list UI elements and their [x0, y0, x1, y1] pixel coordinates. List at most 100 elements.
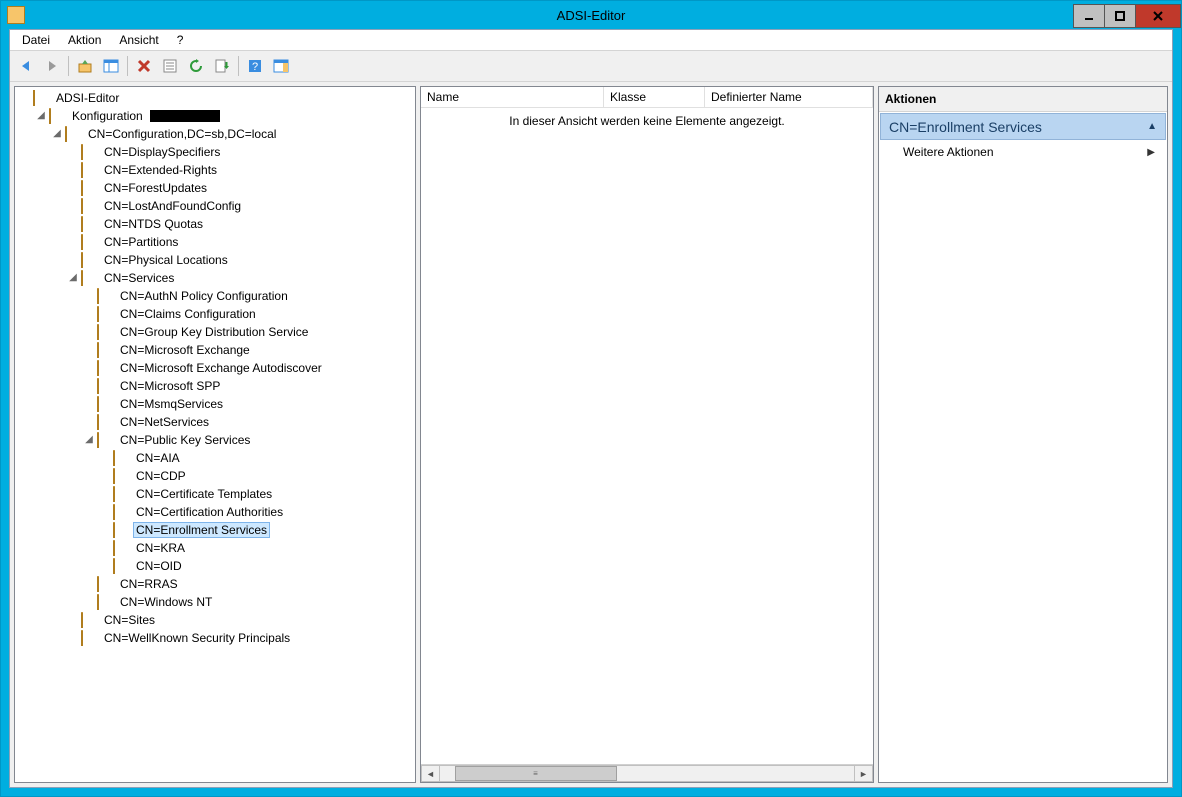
- up-level-button[interactable]: [73, 54, 97, 78]
- tree-item[interactable]: ▷CN=NetServices: [17, 413, 413, 431]
- column-dn[interactable]: Definierter Name: [705, 87, 873, 107]
- export-button[interactable]: [210, 54, 234, 78]
- menu-file[interactable]: Datei: [14, 32, 58, 48]
- folder-icon: [97, 360, 113, 376]
- empty-message: In dieser Ansicht werden keine Elemente …: [421, 114, 873, 128]
- scroll-thumb[interactable]: ≡: [455, 766, 617, 781]
- tree-item-label: CN=AuthN Policy Configuration: [117, 288, 291, 304]
- maximize-button[interactable]: [1104, 4, 1136, 28]
- refresh-button[interactable]: [184, 54, 208, 78]
- scroll-right-button[interactable]: ►: [854, 765, 873, 782]
- folder-icon: [97, 324, 113, 340]
- tree-item[interactable]: ▷CN=Microsoft Exchange Autodiscover: [17, 359, 413, 377]
- tree-item-label: Konfiguration: [69, 108, 146, 124]
- scroll-left-button[interactable]: ◄: [421, 765, 440, 782]
- tree-root[interactable]: ▷ADSI-Editor: [17, 89, 413, 107]
- actions-selection-bar[interactable]: CN=Enrollment Services ▲: [880, 113, 1166, 140]
- tree-item-label: CN=Certificate Templates: [133, 486, 275, 502]
- delete-button[interactable]: [132, 54, 156, 78]
- help-button[interactable]: ?: [243, 54, 267, 78]
- folder-icon: [97, 594, 113, 610]
- tree-item[interactable]: ▷CN=CDP: [17, 467, 413, 485]
- tree-item-label: CN=Group Key Distribution Service: [117, 324, 311, 340]
- scroll-track[interactable]: ≡: [440, 765, 854, 782]
- tree-item[interactable]: ▷CN=ForestUpdates: [17, 179, 413, 197]
- folder-icon: [97, 288, 113, 304]
- folder-icon: [97, 414, 113, 430]
- column-class[interactable]: Klasse: [604, 87, 705, 107]
- minimize-button[interactable]: [1073, 4, 1105, 28]
- folder-icon: [113, 558, 129, 574]
- folder-icon: [113, 522, 129, 538]
- expander-icon[interactable]: ◢: [35, 110, 47, 122]
- tree[interactable]: ▷ADSI-Editor ◢ Konfiguration◢CN=Configurat…: [15, 87, 415, 782]
- tree-item-label: CN=Physical Locations: [101, 252, 231, 268]
- expander-icon[interactable]: ◢: [51, 128, 63, 140]
- tree-item[interactable]: ▷CN=Partitions: [17, 233, 413, 251]
- tree-item[interactable]: ▷CN=WellKnown Security Principals: [17, 629, 413, 647]
- menu-view[interactable]: Ansicht: [111, 32, 166, 48]
- folder-icon: [81, 162, 97, 178]
- expander-icon[interactable]: ◢: [67, 272, 79, 284]
- tree-item[interactable]: ▷CN=NTDS Quotas: [17, 215, 413, 233]
- tree-item[interactable]: ▷CN=KRA: [17, 539, 413, 557]
- menu-action[interactable]: Aktion: [60, 32, 109, 48]
- submenu-icon: ▶: [1147, 147, 1155, 158]
- tree-item[interactable]: ▷CN=Sites: [17, 611, 413, 629]
- tree-item-label: CN=Claims Configuration: [117, 306, 259, 322]
- app-icon: [7, 6, 25, 24]
- tree-item[interactable]: ▷CN=Certification Authorities: [17, 503, 413, 521]
- tree-item-label: CN=Microsoft Exchange: [117, 342, 253, 358]
- tree-item[interactable]: ▷CN=Microsoft Exchange: [17, 341, 413, 359]
- tree-item-services[interactable]: ◢CN=Services: [17, 269, 413, 287]
- tree-item[interactable]: ▷CN=OID: [17, 557, 413, 575]
- tree-item[interactable]: ▷CN=Windows NT: [17, 593, 413, 611]
- tree-item-label: CN=NTDS Quotas: [101, 216, 206, 232]
- tree-item-label: CN=ForestUpdates: [101, 180, 210, 196]
- folder-icon: [81, 234, 97, 250]
- tree-item-public-key-services[interactable]: ◢CN=Public Key Services: [17, 431, 413, 449]
- actions-selection-label: CN=Enrollment Services: [889, 119, 1042, 135]
- list-body[interactable]: In dieser Ansicht werden keine Elemente …: [421, 108, 873, 764]
- tree-item-label: CN=Partitions: [101, 234, 181, 250]
- tree-item[interactable]: ▷CN=LostAndFoundConfig: [17, 197, 413, 215]
- tree-item[interactable]: ▷CN=Physical Locations: [17, 251, 413, 269]
- tree-item[interactable]: ▷CN=DisplaySpecifiers: [17, 143, 413, 161]
- action-pane-button[interactable]: [269, 54, 293, 78]
- folder-icon: [113, 450, 129, 466]
- tree-item[interactable]: ▷CN=Group Key Distribution Service: [17, 323, 413, 341]
- tree-item-label: CN=Microsoft Exchange Autodiscover: [117, 360, 325, 376]
- nav-back-button[interactable]: [14, 54, 38, 78]
- expander-icon[interactable]: ◢: [83, 434, 95, 446]
- tree-item-konfiguration[interactable]: ◢ Konfiguration: [17, 107, 413, 125]
- actions-header: Aktionen: [879, 87, 1167, 112]
- tree-item[interactable]: ▷CN=RRAS: [17, 575, 413, 593]
- tree-item[interactable]: ▷CN=Enrollment Services: [17, 521, 413, 539]
- window-frame: ADSI-Editor Datei Aktion Ansicht ?: [0, 0, 1182, 797]
- tree-item[interactable]: ▷CN=MsmqServices: [17, 395, 413, 413]
- title-bar[interactable]: ADSI-Editor: [1, 1, 1181, 29]
- tree-item[interactable]: ▷CN=Microsoft SPP: [17, 377, 413, 395]
- close-button[interactable]: [1135, 4, 1181, 28]
- tree-item[interactable]: ▷CN=AIA: [17, 449, 413, 467]
- show-hide-tree-button[interactable]: [99, 54, 123, 78]
- toolbar-separator: [127, 56, 128, 76]
- tree-item[interactable]: ▷CN=Claims Configuration: [17, 305, 413, 323]
- folder-icon: [81, 198, 97, 214]
- column-name[interactable]: Name: [421, 87, 604, 107]
- folder-icon: [81, 180, 97, 196]
- folder-icon: [81, 630, 97, 646]
- folder-icon: [97, 306, 113, 322]
- tree-item-label: CN=MsmqServices: [117, 396, 226, 412]
- nav-forward-button[interactable]: [40, 54, 64, 78]
- tree-item-label: CN=Sites: [101, 612, 158, 628]
- actions-more[interactable]: Weitere Aktionen ▶: [879, 141, 1167, 163]
- tree-item-configuration-dn[interactable]: ◢CN=Configuration,DC=sb,DC=local: [17, 125, 413, 143]
- tree-item[interactable]: ▷CN=AuthN Policy Configuration: [17, 287, 413, 305]
- properties-button[interactable]: [158, 54, 182, 78]
- tree-item[interactable]: ▷CN=Certificate Templates: [17, 485, 413, 503]
- tree-item[interactable]: ▷CN=Extended-Rights: [17, 161, 413, 179]
- horizontal-scrollbar[interactable]: ◄ ≡ ►: [421, 764, 873, 782]
- folder-icon: [81, 144, 97, 160]
- menu-help[interactable]: ?: [169, 32, 192, 48]
